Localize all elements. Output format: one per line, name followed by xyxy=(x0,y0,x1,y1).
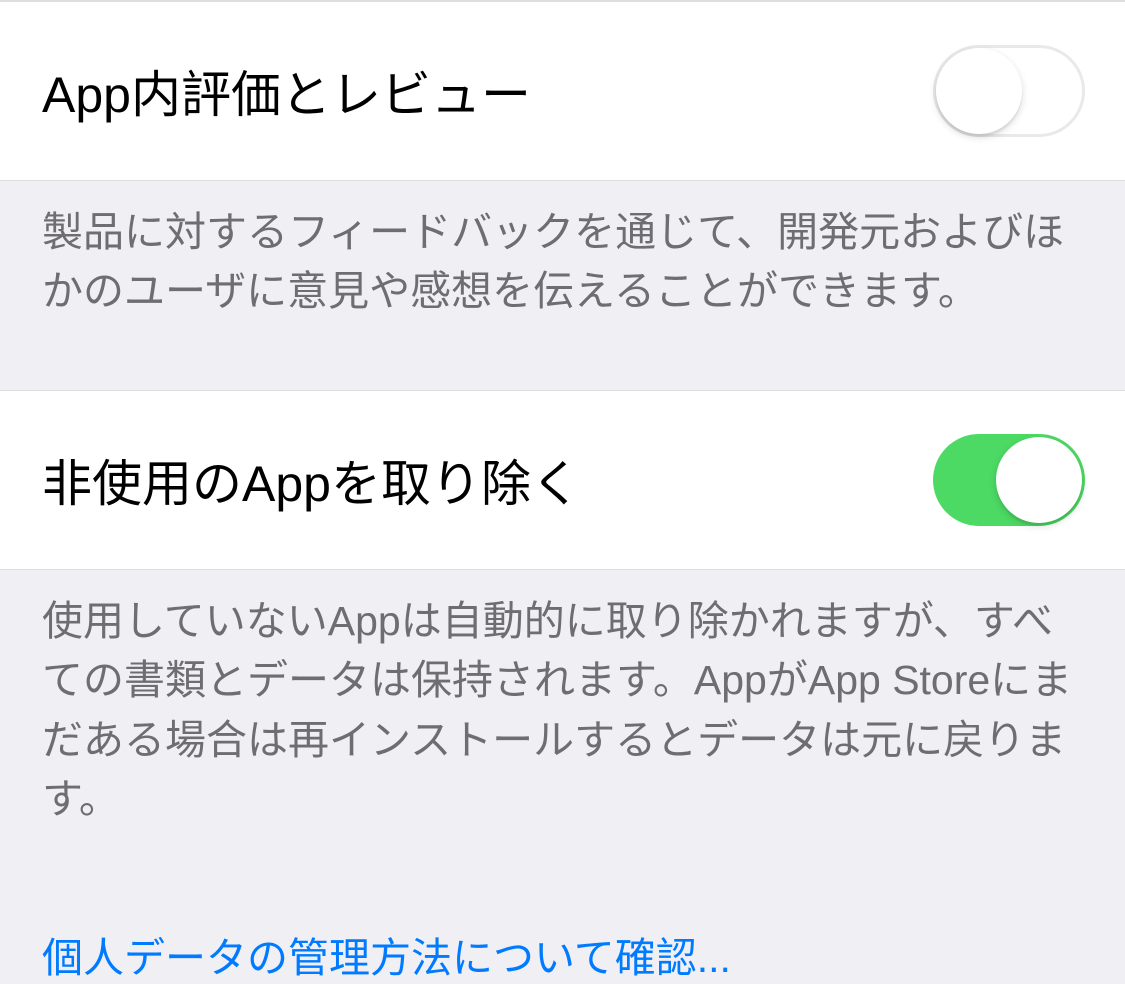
toggle-knob xyxy=(996,437,1082,523)
in-app-ratings-description: 製品に対するフィードバックを通じて、開発元およびほかのユーザに意見や感想を伝える… xyxy=(0,181,1125,344)
offload-unused-apps-label: 非使用のAppを取り除く xyxy=(42,444,581,516)
offload-unused-apps-row: 非使用のAppを取り除く xyxy=(0,390,1125,570)
offload-unused-apps-description: 使用していないAppは自動的に取り除かれますが、すべての書類とデータは保持されま… xyxy=(0,570,1125,852)
offload-unused-apps-toggle[interactable] xyxy=(933,434,1085,526)
privacy-link[interactable]: 個人データの管理方法について確認... xyxy=(0,904,1125,984)
in-app-ratings-toggle[interactable] xyxy=(933,45,1085,137)
in-app-ratings-row: App内評価とレビュー xyxy=(0,1,1125,181)
in-app-ratings-label: App内評価とレビュー xyxy=(42,55,531,127)
toggle-knob xyxy=(936,48,1022,134)
